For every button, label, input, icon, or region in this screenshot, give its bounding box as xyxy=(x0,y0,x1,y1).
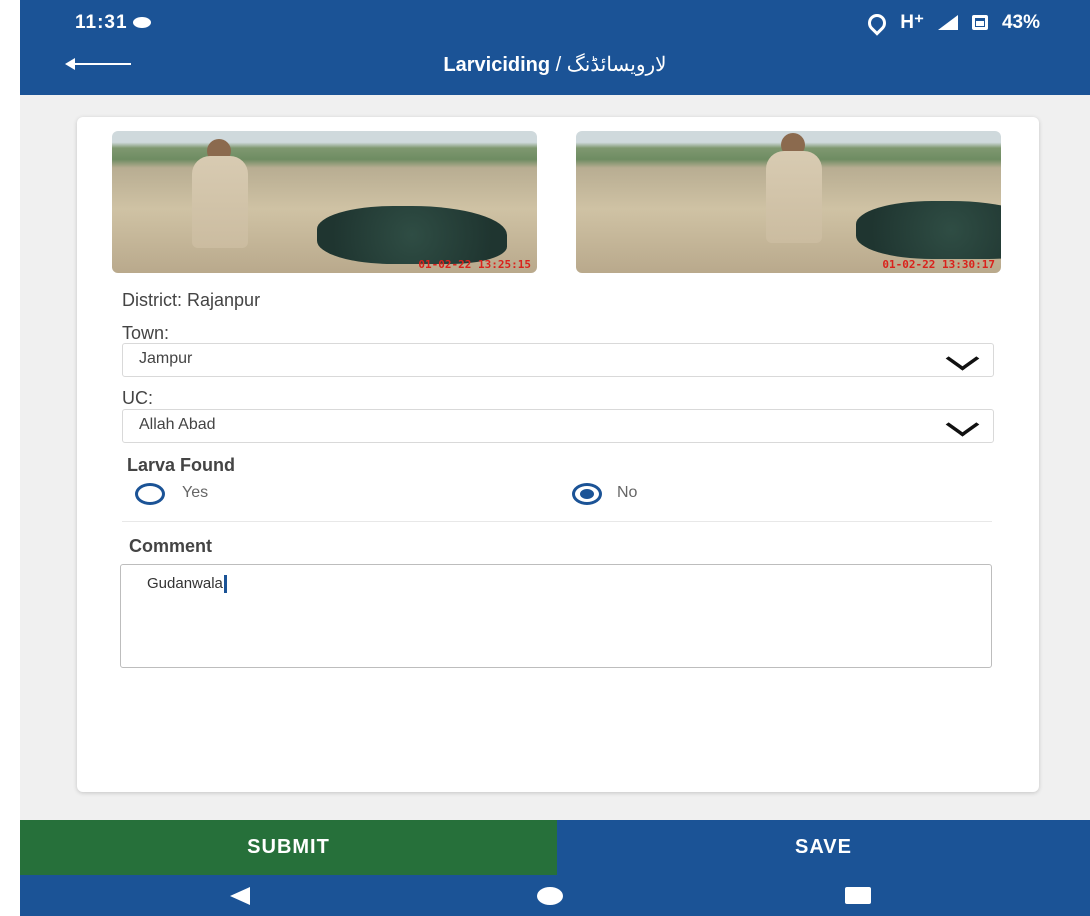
larva-no-radio[interactable] xyxy=(572,483,602,505)
town-label: Town: xyxy=(122,323,170,343)
chevron-down-icon xyxy=(945,346,980,371)
uc-value: Allah Abad xyxy=(139,416,216,433)
site-photo-1[interactable]: 01-02-22 13:25:15 xyxy=(112,131,537,273)
form-card: 01-02-22 13:25:15 01-02-22 13:30:17 Dist… xyxy=(77,117,1039,792)
page-title-urdu: لارویسائڈنگ xyxy=(566,54,667,76)
larva-yes-radio[interactable] xyxy=(135,483,165,505)
signal-icon xyxy=(937,15,958,30)
text-cursor xyxy=(223,575,227,594)
site-photo-2[interactable]: 01-02-22 13:30:17 xyxy=(576,131,1001,273)
district-row: District: Rajanpur xyxy=(122,290,260,311)
photo-timestamp: 01-02-22 13:25:15 xyxy=(418,258,531,271)
save-button[interactable]: SAVE xyxy=(557,820,1090,875)
battery-icon xyxy=(971,15,988,30)
divider xyxy=(122,521,992,522)
town-select[interactable]: Jampur xyxy=(122,343,994,377)
uc-label: UC: xyxy=(122,388,153,408)
nav-recents-icon[interactable] xyxy=(845,887,871,904)
larva-yes-label: Yes xyxy=(182,484,209,501)
location-icon xyxy=(864,9,890,36)
comment-field[interactable]: Gudanwala xyxy=(120,564,992,668)
page-title-english: Larviciding xyxy=(443,54,551,76)
app-frame: 11:31 H⁺ 43% Larviciding / لارویسائڈنگ 0… xyxy=(20,0,1090,916)
uc-select[interactable]: Allah Abad xyxy=(122,409,994,443)
photo-timestamp: 01-02-22 13:30:17 xyxy=(882,258,995,271)
network-type: H⁺ xyxy=(900,12,924,33)
larva-no-label: No xyxy=(617,484,638,501)
nav-home-icon[interactable] xyxy=(537,887,563,905)
district-label: District: xyxy=(122,290,182,310)
status-icons: H⁺ 43% xyxy=(864,9,1040,36)
district-value: Rajanpur xyxy=(187,290,261,310)
status-time: 11:31 xyxy=(75,12,128,33)
page-title: Larviciding / لارویسائڈنگ xyxy=(20,52,1090,77)
town-value: Jampur xyxy=(139,350,193,367)
larva-found-label: Larva Found xyxy=(127,455,236,475)
page-title-separator: / xyxy=(550,54,567,76)
nav-back-icon[interactable] xyxy=(230,887,250,905)
comment-text: Gudanwala xyxy=(147,575,223,592)
app-bar: 11:31 H⁺ 43% Larviciding / لارویسائڈنگ xyxy=(20,0,1090,95)
notification-icon xyxy=(133,17,151,28)
comment-label: Comment xyxy=(129,536,213,556)
submit-button[interactable]: SUBMIT xyxy=(20,820,557,875)
system-nav-bar xyxy=(20,875,1090,916)
battery-percent: 43% xyxy=(1001,11,1040,33)
chevron-down-icon xyxy=(945,412,980,437)
